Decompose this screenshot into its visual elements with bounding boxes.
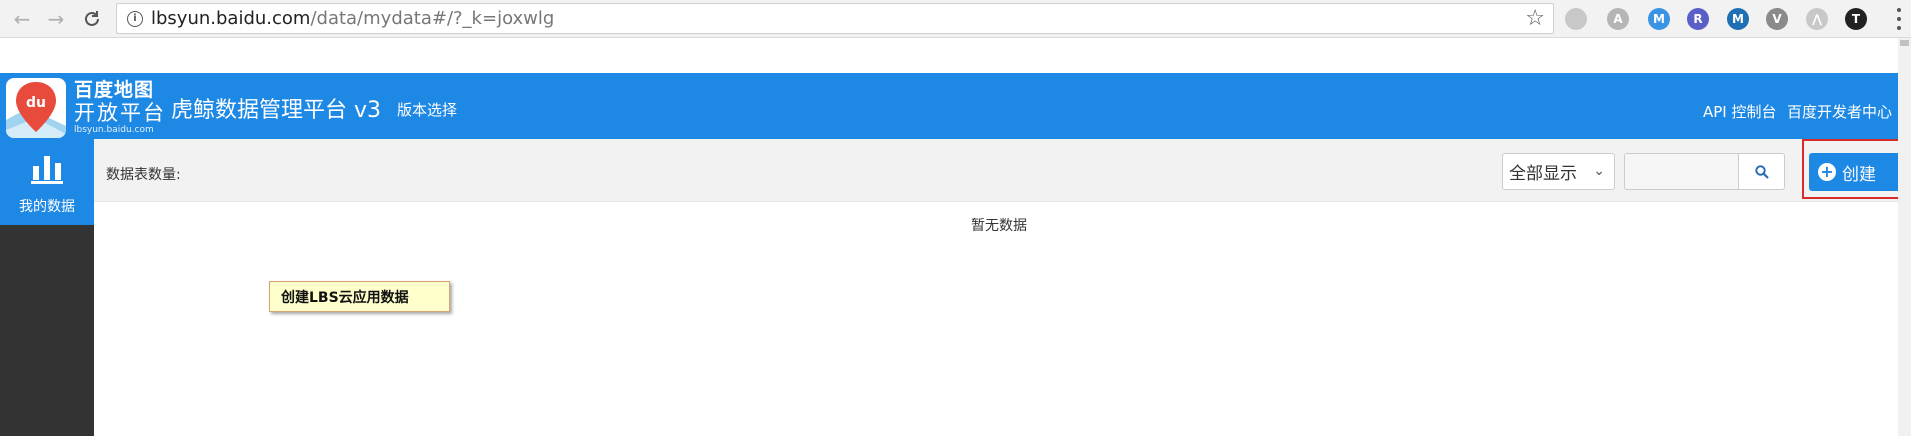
version-select-link[interactable]: 版本选择 [397,99,457,120]
empty-state-message: 暂无数据 [971,218,1027,234]
bar-chart-icon [31,156,63,184]
m-square-extension-icon[interactable]: M [1727,8,1749,30]
logo-line-1: 百度地图 [74,79,155,101]
dev-center-link[interactable]: 百度开发者中心 [1787,101,1892,122]
address-bar[interactable]: i lbsyun.baidu.com/data/mydata#/?_k=joxw… [116,3,1554,34]
url-path: /data/mydata#/?_k=joxwlg [310,8,555,29]
scrollbar-thumb[interactable] [1900,40,1909,46]
forward-icon[interactable]: → [43,6,69,32]
site-header: du 百度地图 开放平台 lbsyun.baidu.com 虎鲸数据管理平台 v… [0,73,1911,139]
back-icon[interactable]: ← [9,6,35,32]
annotation-tooltip: 创建LBS云应用数据 [269,281,450,312]
bookmark-star-icon[interactable]: ☆ [1525,6,1545,31]
chevron-down-icon: ⌄ [1593,163,1605,179]
page-scrollbar[interactable] [1898,38,1911,436]
data-toolbar: 数据表数量: 全部显示 ⌄ + 创建 [94,139,1911,202]
sidebar-item-label: 我的数据 [19,199,75,215]
search-icon [1754,164,1769,179]
extension-1-icon[interactable] [1565,8,1587,30]
logo-line-3: lbsyun.baidu.com [74,125,154,135]
create-button[interactable]: + 创建 [1809,153,1901,191]
baidu-map-logo[interactable]: du [6,78,66,138]
table-count-label: 数据表数量: [106,167,181,183]
api-console-link[interactable]: API 控制台 [1703,101,1777,122]
tree-extension-icon[interactable]: ⋀ [1806,8,1828,30]
browser-menu-icon[interactable] [1896,8,1902,30]
app-title: 虎鲸数据管理平台 v3 [171,98,382,123]
sidebar-item-my-data[interactable]: 我的数据 [0,139,94,225]
filter-select[interactable]: 全部显示 ⌄ [1502,153,1615,190]
t-extension-icon[interactable]: T [1845,8,1867,30]
logo-line-2: 开放平台 [74,101,166,125]
page-top-band [0,38,1911,73]
angular-extension-icon[interactable]: A [1607,8,1629,30]
r-extension-icon[interactable]: R [1687,8,1709,30]
search-input[interactable] [1624,153,1739,190]
reload-icon[interactable] [79,6,105,32]
search-button[interactable] [1739,153,1785,190]
url-host: lbsyun.baidu.com [151,8,311,29]
browser-toolbar: ← → i lbsyun.baidu.com/data/mydata#/?_k=… [0,0,1911,38]
create-button-label: 创建 [1842,164,1876,185]
m-extension-icon[interactable]: M [1648,8,1670,30]
info-icon[interactable]: i [127,10,143,27]
vue-extension-icon[interactable]: V [1766,8,1788,30]
url-text[interactable]: lbsyun.baidu.com/data/mydata#/?_k=joxwlg [151,8,554,29]
filter-select-value: 全部显示 [1509,164,1577,184]
plus-circle-icon: + [1818,163,1836,181]
logo-text: 百度地图 开放平台 lbsyun.baidu.com [74,79,166,136]
logo-mark-text: du [26,95,46,111]
sidebar: 我的数据 [0,139,94,436]
